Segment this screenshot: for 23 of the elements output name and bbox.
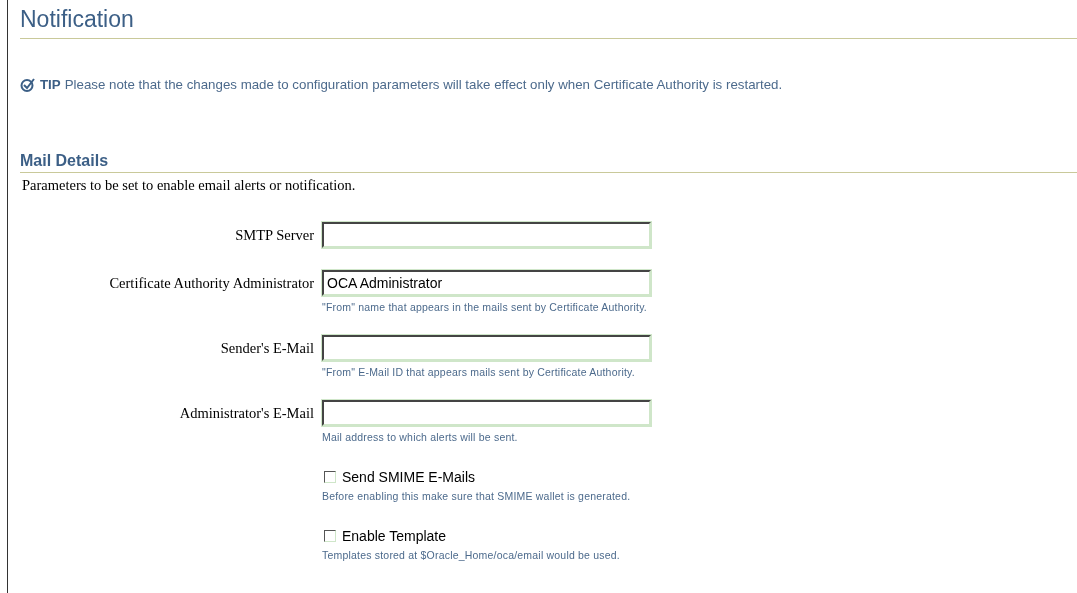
tip-text: Please note that the changes made to configuration parameters will take effect only when Certificate Authority is restarted. [64, 77, 783, 92]
field-hint: "From" name that appears in the mails sent by Certificate Authority. [322, 301, 648, 313]
text-field[interactable] [322, 222, 651, 248]
checkbox-label: Send SMIME E-Mails [342, 469, 476, 485]
field-hint: Templates stored at $Oracle_Home/oca/email would be used. [322, 549, 621, 561]
field-label: SMTP Server [235, 227, 314, 244]
checkbox[interactable] [324, 471, 336, 483]
checkbox[interactable] [324, 530, 336, 542]
text-field[interactable]: OCA Administrator [322, 270, 651, 296]
check-icon [20, 77, 36, 92]
text-field[interactable] [322, 335, 651, 361]
page-title: Notification [20, 6, 1077, 39]
field-hint: Mail address to which alerts will be sent. [322, 431, 519, 443]
section-title: Mail Details [20, 152, 1077, 173]
field-label: Administrator's E-Mail [179, 405, 314, 422]
tip-label: TIP [40, 77, 61, 92]
field-hint: "From" E-Mail ID that appears mails sent by Certificate Authority. [322, 366, 636, 378]
text-field[interactable] [322, 400, 651, 426]
field-label: Certificate Authority Administrator [109, 275, 314, 292]
checkbox-label: Enable Template [342, 528, 447, 544]
field-hint: Before enabling this make sure that SMIME wallet is generated. [322, 490, 632, 502]
field-label: Sender's E-Mail [220, 340, 314, 357]
section-description: Parameters to be set to enable email alerts or notification. [22, 177, 357, 194]
